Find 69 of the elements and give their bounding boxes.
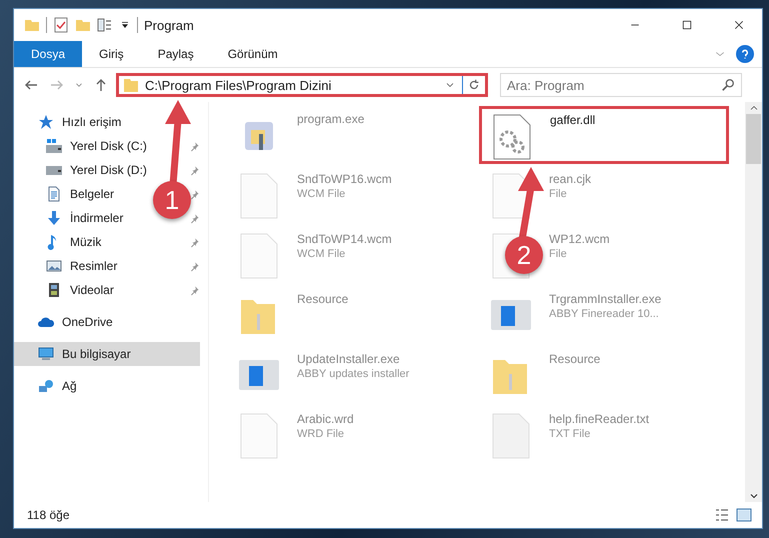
download-arrow-icon: [46, 210, 62, 226]
help-icon[interactable]: [736, 45, 754, 63]
sidebar-item[interactable]: OneDrive: [14, 310, 117, 334]
checklist-icon: [53, 17, 69, 33]
window-title: Program: [144, 18, 195, 32]
folder-icon: [24, 17, 40, 33]
search-icon: [721, 78, 735, 92]
refresh-icon: [467, 78, 481, 92]
pin-icon: [189, 236, 200, 248]
ribbon-tab[interactable]: Görünüm: [210, 41, 295, 67]
file-name: help.fineReader.txt: [549, 412, 650, 426]
file-name: Resource: [549, 352, 600, 366]
sidebar-item[interactable]: Yerel Disk (D:): [14, 158, 151, 182]
file-name: rean.cjk: [549, 172, 592, 186]
file-name: TrgrammInstaller.exe: [549, 292, 662, 306]
file-type: TXT File: [549, 428, 592, 440]
pin-icon: [189, 140, 200, 152]
maximize-icon: [681, 19, 693, 31]
pin-icon: [189, 284, 200, 296]
scrollbar-thumb[interactable]: [746, 114, 761, 164]
pin-icon: [189, 260, 200, 272]
file-type: File: [549, 188, 568, 200]
file-type: File: [549, 248, 568, 260]
address-bar[interactable]: C:\Program Files\Program Dizini: [116, 73, 488, 97]
document-icon: [46, 186, 62, 202]
sidebar-item[interactable]: Yerel Disk (C:): [14, 134, 151, 158]
pin-icon: [189, 188, 200, 200]
search-field[interactable]: Ara: Program: [500, 73, 742, 97]
ribbon-tab[interactable]: Giriş: [82, 41, 141, 67]
file-type: WCM File: [297, 248, 346, 260]
file-type: WCM File: [297, 188, 346, 200]
drive-icon: [46, 138, 62, 154]
file-name: UpdateInstaller.exe: [297, 352, 401, 366]
ribbon-tab[interactable]: Paylaş: [140, 41, 211, 67]
sidebar-item[interactable]: Hızlı erişim: [14, 110, 126, 134]
folder-icon: [123, 77, 139, 93]
question-mark-icon: [739, 48, 751, 60]
sidebar-item[interactable]: Belgeler: [14, 182, 118, 206]
file-type: ABBY updates installer: [297, 368, 410, 380]
film-icon: [46, 282, 62, 298]
sidebar-item[interactable]: Videolar: [14, 278, 118, 302]
network-icon: [38, 378, 54, 394]
sidebar-item[interactable]: Müzik: [14, 230, 106, 254]
star-icon: [38, 114, 54, 130]
sidebar-item[interactable]: Resimler: [14, 254, 122, 278]
picture-icon: [46, 258, 62, 274]
file-name: Arabic.wrd: [297, 412, 354, 426]
ribbon-tab[interactable]: Dosya: [14, 41, 82, 67]
close-icon: [733, 19, 745, 31]
file-name: WP12.wcm: [549, 232, 610, 246]
large-icons-view-icon: [736, 507, 752, 523]
file-name: gaffer.dll: [550, 113, 596, 127]
sidebar-item[interactable]: İndirmeler: [14, 206, 128, 230]
file-type: WRD File: [297, 428, 346, 440]
file-name: Resource: [297, 292, 348, 306]
pin-icon: [189, 212, 200, 224]
file-name: SndToWP16.wcm: [297, 172, 392, 186]
monitor-icon: [38, 346, 54, 362]
file-type: ABBY Finereader 10...: [549, 308, 660, 320]
file-name: SndToWP14.wcm: [297, 232, 392, 246]
item-count: 118 öğe: [27, 508, 70, 522]
pin-icon: [189, 164, 200, 176]
details-view-icon: [714, 507, 730, 523]
highlighted-file-item[interactable]: gaffer.dll: [479, 106, 729, 164]
sidebar-item[interactable]: Bu bilgisayar: [14, 342, 200, 366]
folder-icon: [75, 17, 91, 33]
file-name: program.exe: [297, 112, 364, 126]
sidebar-item[interactable]: Ağ: [14, 374, 81, 398]
properties-icon: [97, 17, 113, 33]
